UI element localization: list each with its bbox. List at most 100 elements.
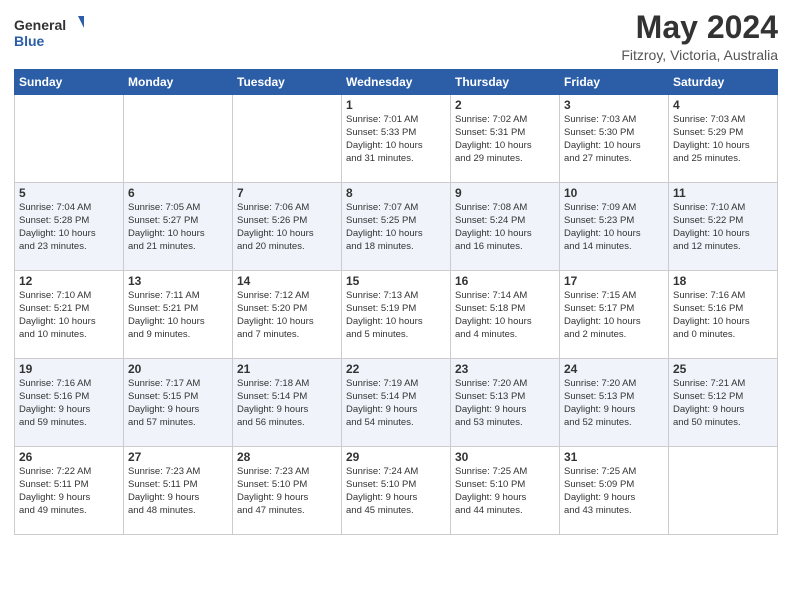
- day-number: 31: [564, 450, 664, 464]
- day-number: 14: [237, 274, 337, 288]
- weekday-header-wednesday: Wednesday: [342, 70, 451, 95]
- week-row-2: 5 Sunrise: 7:04 AM Sunset: 5:28 PM Daylig…: [15, 183, 778, 271]
- day-number: 12: [19, 274, 119, 288]
- calendar-cell: 1 Sunrise: 7:01 AM Sunset: 5:33 PM Daylig…: [342, 95, 451, 183]
- day-number: 1: [346, 98, 446, 112]
- calendar-cell: 11Sunrise: 7:10 AM Sunset: 5:22 PM Dayli…: [669, 183, 778, 271]
- day-info: Sunrise: 7:08 AM Sunset: 5:24 PM Dayligh…: [455, 202, 555, 253]
- calendar-cell: 7Sunrise: 7:06 AM Sunset: 5:26 PM Daylig…: [233, 183, 342, 271]
- weekday-header-sunday: Sunday: [15, 70, 124, 95]
- calendar-cell: 10 Sunrise: 7:09 AM Sunset: 5:23 PM Dayli…: [560, 183, 669, 271]
- weekday-header-monday: Monday: [124, 70, 233, 95]
- day-info: Sunrise: 7:16 AM Sunset: 5:16 PM Dayligh…: [673, 290, 773, 341]
- day-number: 29: [346, 450, 446, 464]
- calendar-cell: 16 Sunrise: 7:14 AM Sunset: 5:18 PM Dayli…: [451, 271, 560, 359]
- day-info: Sunrise: 7:13 AM Sunset: 5:19 PM Dayligh…: [346, 290, 446, 341]
- day-info: Sunrise: 7:01 AM Sunset: 5:33 PM Dayligh…: [346, 114, 446, 165]
- day-number: 20: [128, 362, 228, 376]
- day-number: 9: [455, 186, 555, 200]
- day-info: Sunrise: 7:19 AM Sunset: 5:14 PM Dayligh…: [346, 378, 446, 429]
- day-info: Sunrise: 7:22 AM Sunset: 5:11 PM Dayligh…: [19, 466, 119, 517]
- month-title: May 2024: [621, 10, 778, 45]
- day-info: Sunrise: 7:24 AM Sunset: 5:10 PM Dayligh…: [346, 466, 446, 517]
- day-info: Sunrise: 7:07 AM Sunset: 5:25 PM Dayligh…: [346, 202, 446, 253]
- day-number: 10: [564, 186, 664, 200]
- day-number: 26: [19, 450, 119, 464]
- calendar-cell: 19Sunrise: 7:16 AM Sunset: 5:16 PM Dayli…: [15, 359, 124, 447]
- weekday-header-friday: Friday: [560, 70, 669, 95]
- day-number: 21: [237, 362, 337, 376]
- day-info: Sunrise: 7:25 AM Sunset: 5:10 PM Dayligh…: [455, 466, 555, 517]
- day-number: 5: [19, 186, 119, 200]
- day-number: 27: [128, 450, 228, 464]
- day-info: Sunrise: 7:20 AM Sunset: 5:13 PM Dayligh…: [455, 378, 555, 429]
- day-info: Sunrise: 7:03 AM Sunset: 5:29 PM Dayligh…: [673, 114, 773, 165]
- week-row-1: 1 Sunrise: 7:01 AM Sunset: 5:33 PM Daylig…: [15, 95, 778, 183]
- svg-text:General: General: [14, 17, 66, 33]
- day-number: 28: [237, 450, 337, 464]
- weekday-header-saturday: Saturday: [669, 70, 778, 95]
- week-row-3: 12 Sunrise: 7:10 AM Sunset: 5:21 PM Dayli…: [15, 271, 778, 359]
- calendar-cell: 20 Sunrise: 7:17 AM Sunset: 5:15 PM Dayli…: [124, 359, 233, 447]
- calendar-cell: 14Sunrise: 7:12 AM Sunset: 5:20 PM Dayli…: [233, 271, 342, 359]
- weekday-header-tuesday: Tuesday: [233, 70, 342, 95]
- day-number: 24: [564, 362, 664, 376]
- day-number: 6: [128, 186, 228, 200]
- calendar-cell: 24Sunrise: 7:20 AM Sunset: 5:13 PM Dayli…: [560, 359, 669, 447]
- day-info: Sunrise: 7:14 AM Sunset: 5:18 PM Dayligh…: [455, 290, 555, 341]
- logo: General Blue: [14, 14, 84, 52]
- calendar-cell: 18 Sunrise: 7:16 AM Sunset: 5:16 PM Dayli…: [669, 271, 778, 359]
- calendar-cell: 29 Sunrise: 7:24 AM Sunset: 5:10 PM Dayli…: [342, 447, 451, 535]
- title-area: May 2024 Fitzroy, Victoria, Australia: [621, 10, 778, 63]
- day-info: Sunrise: 7:21 AM Sunset: 5:12 PM Dayligh…: [673, 378, 773, 429]
- day-number: 18: [673, 274, 773, 288]
- calendar-cell: 27 Sunrise: 7:23 AM Sunset: 5:11 PM Dayli…: [124, 447, 233, 535]
- logo-svg: General Blue: [14, 14, 84, 52]
- calendar-cell: 12 Sunrise: 7:10 AM Sunset: 5:21 PM Dayli…: [15, 271, 124, 359]
- calendar-cell: [15, 95, 124, 183]
- calendar-cell: 17Sunrise: 7:15 AM Sunset: 5:17 PM Dayli…: [560, 271, 669, 359]
- week-row-5: 26 Sunrise: 7:22 AM Sunset: 5:11 PM Dayli…: [15, 447, 778, 535]
- day-number: 11: [673, 186, 773, 200]
- day-number: 22: [346, 362, 446, 376]
- day-info: Sunrise: 7:17 AM Sunset: 5:15 PM Dayligh…: [128, 378, 228, 429]
- day-number: 13: [128, 274, 228, 288]
- day-info: Sunrise: 7:04 AM Sunset: 5:28 PM Dayligh…: [19, 202, 119, 253]
- calendar-cell: 9 Sunrise: 7:08 AM Sunset: 5:24 PM Daylig…: [451, 183, 560, 271]
- calendar-cell: 3Sunrise: 7:03 AM Sunset: 5:30 PM Daylig…: [560, 95, 669, 183]
- calendar-cell: 21 Sunrise: 7:18 AM Sunset: 5:14 PM Dayli…: [233, 359, 342, 447]
- calendar-cell: 23Sunrise: 7:20 AM Sunset: 5:13 PM Dayli…: [451, 359, 560, 447]
- location: Fitzroy, Victoria, Australia: [621, 47, 778, 63]
- day-info: Sunrise: 7:11 AM Sunset: 5:21 PM Dayligh…: [128, 290, 228, 341]
- calendar-cell: 22 Sunrise: 7:19 AM Sunset: 5:14 PM Dayli…: [342, 359, 451, 447]
- day-info: Sunrise: 7:18 AM Sunset: 5:14 PM Dayligh…: [237, 378, 337, 429]
- day-number: 2: [455, 98, 555, 112]
- day-info: Sunrise: 7:10 AM Sunset: 5:21 PM Dayligh…: [19, 290, 119, 341]
- day-info: Sunrise: 7:02 AM Sunset: 5:31 PM Dayligh…: [455, 114, 555, 165]
- calendar-cell: 6 Sunrise: 7:05 AM Sunset: 5:27 PM Daylig…: [124, 183, 233, 271]
- day-info: Sunrise: 7:09 AM Sunset: 5:23 PM Dayligh…: [564, 202, 664, 253]
- header: General Blue May 2024 Fitzroy, Victoria,…: [14, 10, 778, 63]
- day-number: 8: [346, 186, 446, 200]
- calendar-cell: 4 Sunrise: 7:03 AM Sunset: 5:29 PM Daylig…: [669, 95, 778, 183]
- day-info: Sunrise: 7:16 AM Sunset: 5:16 PM Dayligh…: [19, 378, 119, 429]
- day-number: 4: [673, 98, 773, 112]
- day-number: 17: [564, 274, 664, 288]
- day-info: Sunrise: 7:06 AM Sunset: 5:26 PM Dayligh…: [237, 202, 337, 253]
- page: General Blue May 2024 Fitzroy, Victoria,…: [0, 0, 792, 612]
- calendar-cell: 28 Sunrise: 7:23 AM Sunset: 5:10 PM Dayli…: [233, 447, 342, 535]
- calendar-cell: [669, 447, 778, 535]
- calendar-cell: [233, 95, 342, 183]
- day-number: 16: [455, 274, 555, 288]
- day-number: 3: [564, 98, 664, 112]
- calendar-cell: 2 Sunrise: 7:02 AM Sunset: 5:31 PM Daylig…: [451, 95, 560, 183]
- day-info: Sunrise: 7:23 AM Sunset: 5:10 PM Dayligh…: [237, 466, 337, 517]
- day-info: Sunrise: 7:25 AM Sunset: 5:09 PM Dayligh…: [564, 466, 664, 517]
- day-info: Sunrise: 7:23 AM Sunset: 5:11 PM Dayligh…: [128, 466, 228, 517]
- calendar-cell: 26 Sunrise: 7:22 AM Sunset: 5:11 PM Dayli…: [15, 447, 124, 535]
- day-info: Sunrise: 7:05 AM Sunset: 5:27 PM Dayligh…: [128, 202, 228, 253]
- calendar-cell: 15Sunrise: 7:13 AM Sunset: 5:19 PM Dayli…: [342, 271, 451, 359]
- weekday-header-thursday: Thursday: [451, 70, 560, 95]
- calendar-cell: 25Sunrise: 7:21 AM Sunset: 5:12 PM Dayli…: [669, 359, 778, 447]
- calendar-cell: [124, 95, 233, 183]
